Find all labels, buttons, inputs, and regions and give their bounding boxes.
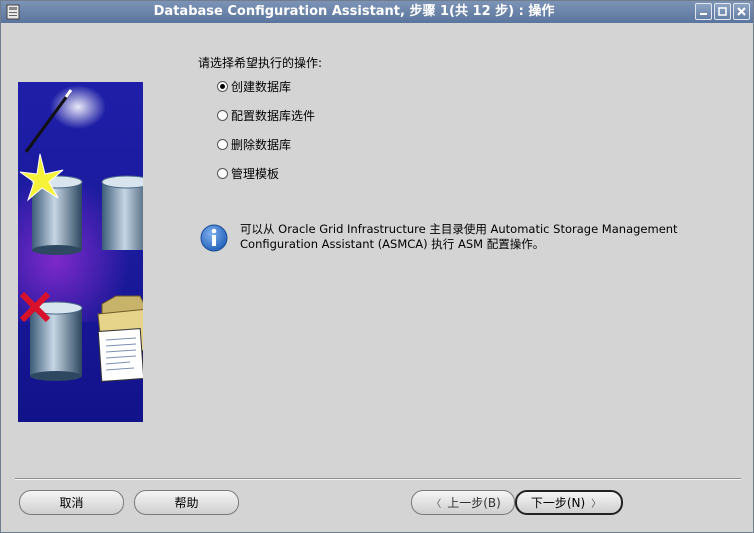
back-button[interactable]: 〈 上一步(B) — [411, 490, 515, 515]
option-configure-database[interactable]: 配置数据库选件 — [217, 107, 315, 123]
back-label: 上一步(B) — [447, 496, 501, 510]
info-line-1: 可以从 Oracle Grid Infrastructure 主目录使用 Aut… — [240, 222, 678, 236]
maximize-icon — [718, 7, 727, 16]
app-icon — [6, 4, 20, 20]
window-title: Database Configuration Assistant, 步骤 1(共… — [153, 4, 555, 19]
option-label: 管理模板 — [231, 166, 280, 181]
next-label: 下一步(N) — [530, 496, 586, 510]
chevron-right-icon: 〉 — [591, 499, 602, 510]
title-bar[interactable]: Database Configuration Assistant, 步骤 1(共… — [1, 1, 753, 23]
maximize-button[interactable] — [714, 3, 731, 20]
info-icon — [200, 224, 228, 252]
radio-button[interactable] — [217, 167, 228, 179]
option-label: 创建数据库 — [231, 79, 292, 94]
close-icon — [737, 7, 746, 16]
option-label: 删除数据库 — [231, 137, 292, 152]
chevron-left-icon: 〈 — [431, 499, 442, 510]
wizard-illustration — [18, 82, 143, 422]
radio-button[interactable] — [217, 138, 228, 150]
footer-separator — [15, 478, 741, 480]
info-message: 可以从 Oracle Grid Infrastructure 主目录使用 Aut… — [240, 222, 710, 252]
help-button[interactable]: 帮助 — [134, 490, 239, 515]
radio-button[interactable] — [217, 80, 228, 92]
option-manage-templates[interactable]: 管理模板 — [217, 165, 279, 181]
close-button[interactable] — [733, 3, 750, 20]
next-button[interactable]: 下一步(N) 〉 — [515, 490, 623, 515]
operation-prompt: 请选择希望执行的操作: — [198, 56, 323, 70]
radio-button[interactable] — [217, 109, 228, 121]
option-create-database[interactable]: 创建数据库 — [217, 78, 291, 94]
minimize-button[interactable] — [695, 3, 712, 20]
minimize-icon — [700, 13, 707, 15]
help-label: 帮助 — [174, 496, 199, 510]
option-delete-database[interactable]: 删除数据库 — [217, 136, 291, 152]
cancel-button[interactable]: 取消 — [19, 490, 124, 515]
cancel-label: 取消 — [59, 496, 84, 510]
dialog-window: Database Configuration Assistant, 步骤 1(共… — [0, 0, 754, 533]
option-label: 配置数据库选件 — [231, 108, 316, 123]
info-line-2: Configuration Assistant (ASMCA) 执行 ASM 配… — [240, 237, 545, 251]
